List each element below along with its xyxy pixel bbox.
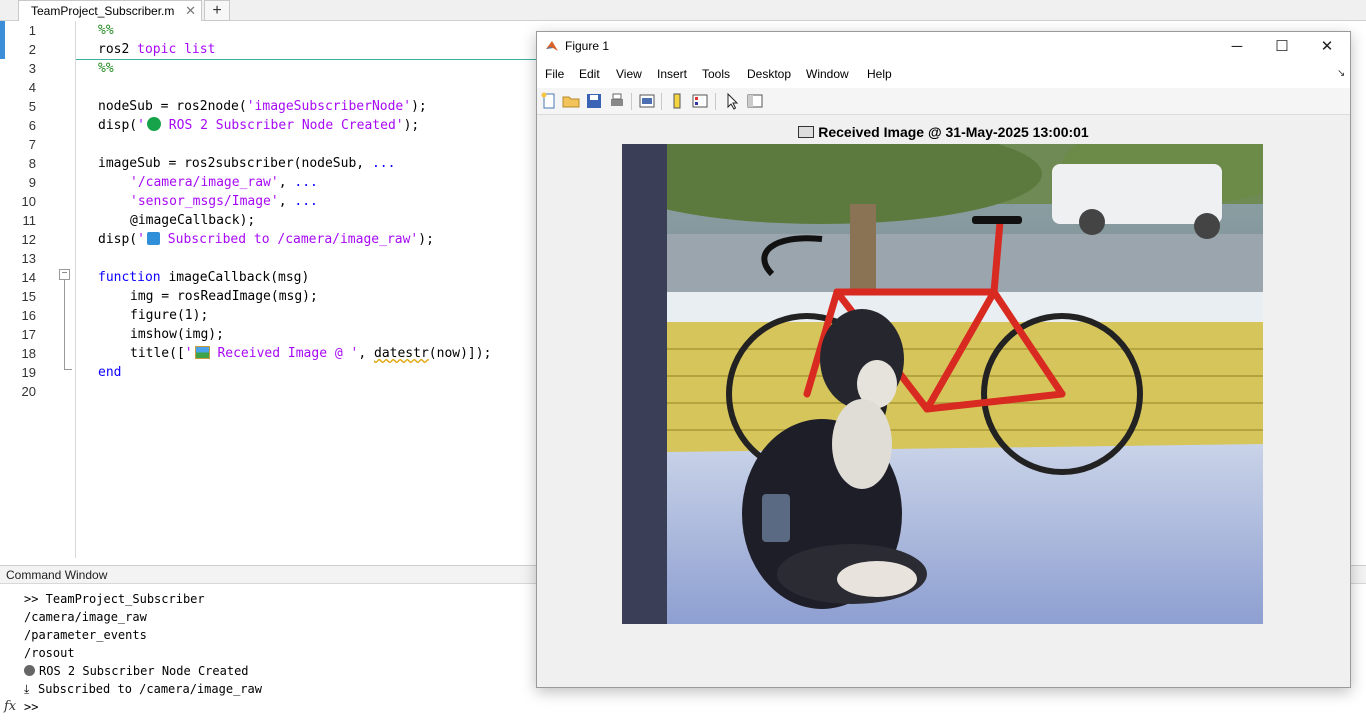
fold-guide-end	[64, 369, 72, 370]
dock-arrow-icon[interactable]: ↘	[1337, 68, 1345, 79]
toolbar-separator	[631, 93, 632, 110]
save-icon[interactable]	[585, 92, 603, 110]
matlab-logo-icon	[546, 41, 558, 51]
figure-menu-bar: File Edit View Insert Tools Desktop Wind…	[537, 61, 1350, 88]
function-browser-icon[interactable]: fx	[4, 699, 16, 714]
print-icon[interactable]	[608, 92, 626, 110]
framed-picture-icon	[798, 126, 815, 138]
legend-icon[interactable]	[691, 92, 709, 110]
framed-picture-icon	[194, 346, 210, 359]
menu-desktop[interactable]: Desktop	[747, 61, 791, 88]
edit-plot-cursor-icon[interactable]	[723, 92, 741, 110]
fold-guide	[64, 280, 65, 370]
code-fold-toggle[interactable]: −	[59, 269, 70, 280]
menu-tools[interactable]: Tools	[702, 61, 730, 88]
dog-bicycle-photo	[622, 144, 1263, 624]
tab-list-dropdown[interactable]	[2, 0, 16, 21]
command-output-line: /parameter_events	[24, 628, 147, 642]
toolbar-separator	[715, 93, 716, 110]
command-output-line: /camera/image_raw	[24, 610, 147, 624]
close-icon[interactable]: ✕	[185, 1, 196, 21]
inbox-tray-icon	[146, 232, 160, 245]
received-image	[622, 144, 1263, 624]
command-prompt[interactable]: >>	[24, 698, 38, 716]
menu-view[interactable]: View	[616, 61, 642, 88]
figure-canvas: Received Image @ 31-May-2025 13:00:01	[537, 116, 1350, 687]
command-output-line: /rosout	[24, 646, 75, 660]
figure-window: Figure 1 ─ ☐ ✕ File Edit View Insert Too…	[536, 31, 1351, 688]
command-output-line: ROS 2 Subscriber Node Created	[24, 662, 249, 680]
menu-insert[interactable]: Insert	[657, 61, 687, 88]
figure-title: Figure 1	[565, 39, 610, 53]
close-button[interactable]: ✕	[1304, 32, 1350, 61]
editor-tab-bar: TeamProject_Subscriber.m ✕ +	[0, 0, 1366, 21]
minimize-button[interactable]: ─	[1214, 32, 1260, 61]
new-tab-button[interactable]: +	[204, 0, 230, 21]
menu-help[interactable]: Help	[867, 61, 892, 88]
menu-edit[interactable]: Edit	[579, 61, 600, 88]
toolbar-separator	[661, 93, 662, 110]
maximize-button[interactable]: ☐	[1259, 32, 1305, 61]
tab-label: TeamProject_Subscriber.m	[31, 4, 175, 18]
green-circle-icon	[146, 117, 161, 131]
command-output-line: ⤓ Subscribed to /camera/image_raw	[24, 682, 262, 696]
menu-window[interactable]: Window	[806, 61, 849, 88]
command-output-line: >> TeamProject_Subscriber	[24, 592, 205, 606]
colorbar-icon[interactable]	[668, 92, 686, 110]
figure-title-bar[interactable]: Figure 1 ─ ☐ ✕	[537, 32, 1350, 61]
menu-file[interactable]: File	[545, 61, 564, 88]
figure-toolbar	[537, 88, 1350, 115]
link-plot-icon[interactable]	[638, 92, 656, 110]
property-inspector-icon[interactable]	[746, 92, 764, 110]
tab-teamproject-subscriber[interactable]: TeamProject_Subscriber.m ✕	[18, 0, 202, 21]
download-icon: ⤓	[24, 682, 30, 696]
open-file-icon[interactable]	[562, 92, 580, 110]
axes-title: Received Image @ 31-May-2025 13:00:01	[537, 124, 1350, 140]
new-figure-icon[interactable]	[540, 92, 558, 110]
circle-icon	[24, 665, 35, 676]
